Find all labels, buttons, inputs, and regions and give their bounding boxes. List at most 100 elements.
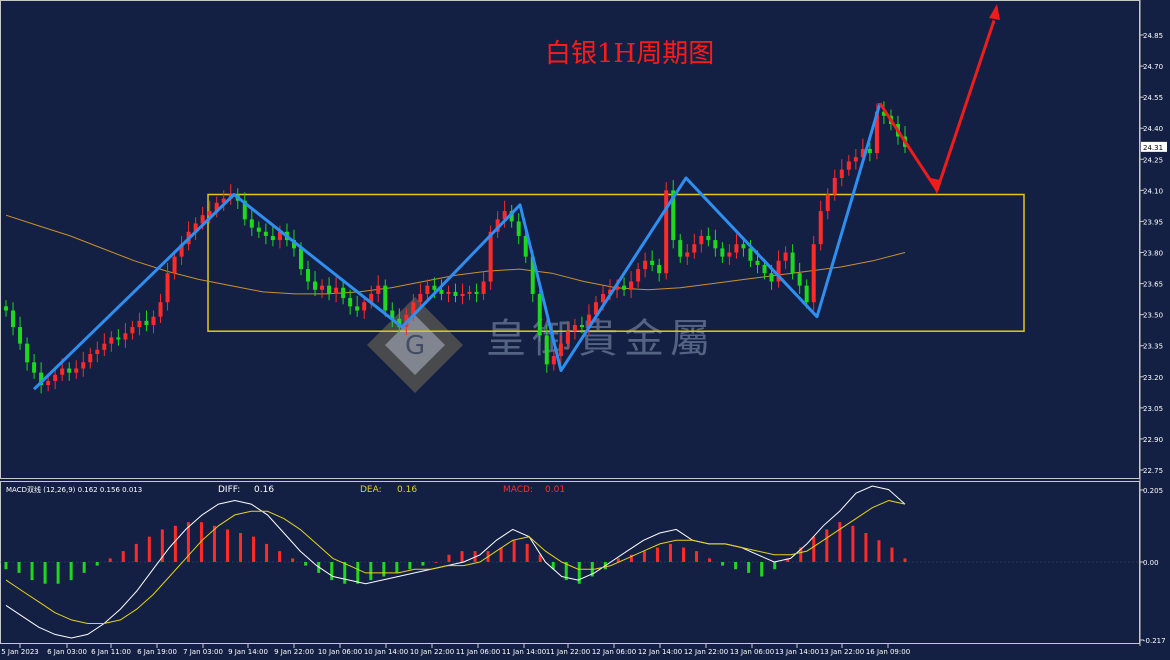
candle-body <box>657 264 662 274</box>
candle-body <box>825 194 830 212</box>
candle-body <box>783 252 788 261</box>
candle-body <box>18 327 23 344</box>
histogram-bar <box>82 562 86 573</box>
candle-body <box>74 368 79 373</box>
candle-body <box>846 161 851 170</box>
candle-body <box>348 298 353 307</box>
candle-body <box>172 256 177 274</box>
indicator-tick-label: 0.205 <box>1143 487 1163 495</box>
histogram-bar <box>239 533 243 562</box>
candle-body <box>95 349 100 354</box>
candle-body <box>341 287 346 299</box>
candle-body <box>116 337 121 340</box>
candle-body <box>797 273 802 286</box>
histogram-bar <box>43 562 47 584</box>
candle-body <box>755 260 760 265</box>
time-tick-label: 11 Jan 06:00 <box>456 648 500 656</box>
macd-histogram <box>4 522 907 584</box>
histogram-bar <box>773 562 777 570</box>
dea-label: DEA: <box>360 485 382 495</box>
price-tick-label: 24.10 <box>1143 187 1163 195</box>
diff-label: DIFF: <box>218 485 240 495</box>
histogram-bar <box>278 551 282 562</box>
candle-body <box>811 244 816 303</box>
histogram-bar <box>721 562 725 566</box>
candle-body <box>544 335 549 365</box>
histogram-bar <box>525 543 529 562</box>
candle-body <box>692 244 697 253</box>
time-tick-label: 13 Jan 22:00 <box>820 648 864 656</box>
candle-body <box>53 374 58 381</box>
histogram-bar <box>304 562 308 566</box>
time-tick-label: 12 Jan 22:00 <box>684 648 728 656</box>
histogram-bar <box>291 558 295 562</box>
histogram-bar <box>343 562 347 584</box>
forecast-dip-arrow-head <box>930 177 940 195</box>
histogram-bar <box>134 543 138 562</box>
time-tick-label: 16 Jan 09:00 <box>866 648 910 656</box>
time-axis: 5 Jan 2023 6 Jan 03:00 6 Jan 11:00 6 Jan 19… <box>1 644 910 656</box>
time-tick-label: 10 Jan 06:00 <box>318 648 362 656</box>
candle-body <box>137 320 142 328</box>
histogram-bar <box>864 533 868 562</box>
candle-body <box>867 148 872 154</box>
candle-body <box>853 157 858 162</box>
candle-body <box>313 281 318 290</box>
price-tick-label: 24.40 <box>1143 125 1163 133</box>
candle-body <box>572 325 577 332</box>
candle-body <box>320 285 325 290</box>
time-tick-label: 10 Jan 14:00 <box>364 648 408 656</box>
price-tick-label: 24.70 <box>1143 63 1163 71</box>
histogram-bar <box>668 543 672 562</box>
time-tick-label: 13 Jan 06:00 <box>730 648 774 656</box>
candle-body <box>102 343 107 350</box>
time-tick-label: 12 Jan 14:00 <box>638 648 682 656</box>
price-tick-label: 24.85 <box>1143 32 1163 40</box>
candle-body <box>685 252 690 257</box>
candle-body <box>306 269 311 282</box>
candle-body <box>425 285 430 294</box>
macd-value: 0.01 <box>545 485 565 495</box>
histogram-bar <box>17 562 21 573</box>
histogram-bar <box>447 554 451 562</box>
histogram-bar <box>642 551 646 562</box>
candle-body <box>481 281 486 294</box>
histogram-bar <box>890 547 894 562</box>
candle-body <box>839 169 844 178</box>
candle-body <box>748 248 753 261</box>
macd-label: MACD: <box>503 485 533 495</box>
histogram-bar <box>851 525 855 562</box>
candle-body <box>249 219 254 228</box>
price-tick-label: 23.05 <box>1143 405 1163 413</box>
candle-body <box>11 310 16 328</box>
candle-body <box>151 316 156 325</box>
candle-body <box>565 331 570 344</box>
indicator-header: MACD双线 (12,26,9) 0.162 0.156 0.013 <box>6 485 142 494</box>
histogram-bar <box>421 562 425 566</box>
histogram-bar <box>395 562 399 573</box>
candle-body <box>636 269 641 282</box>
candle-body <box>790 252 795 274</box>
candle-body <box>32 362 37 373</box>
price-tick-label: 23.50 <box>1143 312 1163 320</box>
price-tick-label: 23.35 <box>1143 343 1163 351</box>
histogram-bar <box>512 540 516 562</box>
candle-body <box>4 306 8 311</box>
histogram-bar <box>56 562 60 584</box>
histogram-bar <box>369 562 373 581</box>
candle-body <box>664 190 669 274</box>
candle-body <box>88 354 93 363</box>
candle-body <box>144 320 149 325</box>
range-box <box>207 193 1025 332</box>
time-tick-label: 12 Jan 06:00 <box>592 648 636 656</box>
time-tick-label: 5 Jan 2023 <box>1 648 39 656</box>
time-tick-label: 11 Jan 22:00 <box>546 648 590 656</box>
candle-body <box>629 281 634 290</box>
moving-average-line <box>5 214 906 295</box>
histogram-bar <box>69 562 73 581</box>
candle-body <box>109 337 114 344</box>
candle-body <box>537 293 542 336</box>
candle-body <box>762 264 767 274</box>
watermark-text: 皇御貴金屬 <box>486 316 716 362</box>
candle-body <box>439 289 444 294</box>
